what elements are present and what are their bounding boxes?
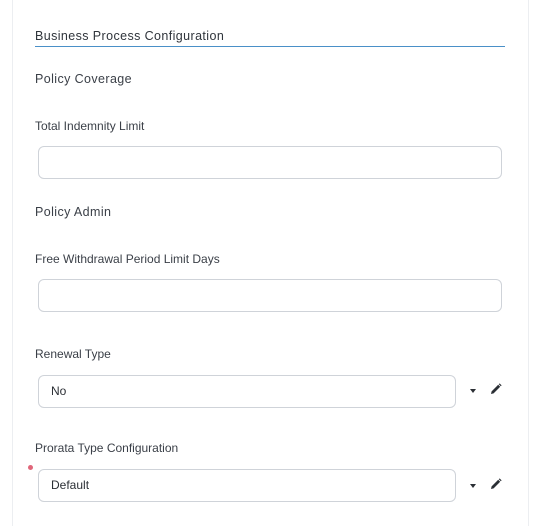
free-withdrawal-period-label: Free Withdrawal Period Limit Days [35, 252, 220, 266]
prorata-type-value: Default [51, 478, 90, 492]
renewal-type-label: Renewal Type [35, 347, 111, 361]
pencil-icon[interactable] [490, 478, 502, 490]
caret-down-icon[interactable] [470, 389, 476, 393]
total-indemnity-limit-label: Total Indemnity Limit [35, 119, 145, 133]
caret-down-icon[interactable] [470, 484, 476, 488]
group-title-policy-admin: Policy Admin [35, 205, 112, 219]
free-withdrawal-period-input[interactable] [38, 279, 502, 312]
group-title-policy-coverage: Policy Coverage [35, 72, 133, 86]
total-indemnity-limit-input[interactable] [38, 146, 502, 179]
required-indicator [28, 465, 33, 470]
prorata-type-select[interactable]: Default [38, 469, 456, 502]
section-header: Business Process Configuration [35, 27, 505, 47]
section-title: Business Process Configuration [35, 29, 225, 43]
pencil-icon[interactable] [490, 383, 502, 395]
renewal-type-value: No [51, 384, 67, 398]
renewal-type-select[interactable]: No [38, 375, 456, 408]
prorata-type-label: Prorata Type Configuration [35, 441, 179, 455]
